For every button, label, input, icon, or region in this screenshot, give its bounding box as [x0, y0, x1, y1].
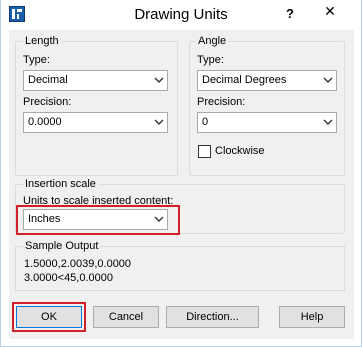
length-precision-label: Precision: [23, 96, 72, 108]
sample-output-line-1: 1.5000,2.0039,0.0000 [24, 258, 132, 270]
length-type-label: Type: [23, 54, 50, 66]
insertion-scale-label: Insertion scale [23, 178, 98, 190]
length-group-label: Length [23, 35, 61, 47]
close-icon[interactable]: ✕ [307, 0, 353, 22]
length-precision-value: 0.0000 [28, 116, 62, 128]
length-type-select[interactable]: Decimal [23, 70, 168, 91]
title-bar[interactable]: Drawing Units ? ✕ [1, 0, 361, 30]
angle-precision-select[interactable]: 0 [197, 112, 337, 133]
chevron-down-icon [323, 77, 333, 83]
angle-type-select[interactable]: Decimal Degrees [197, 70, 337, 91]
chevron-down-icon [154, 216, 164, 222]
clockwise-label[interactable]: Clockwise [215, 145, 265, 157]
chevron-down-icon [154, 119, 164, 125]
length-precision-select[interactable]: 0.0000 [23, 112, 168, 133]
chevron-down-icon [154, 77, 164, 83]
help-button[interactable]: Help [279, 306, 345, 328]
direction-button[interactable]: Direction... [166, 306, 259, 328]
insertion-units-select[interactable]: Inches [23, 209, 168, 230]
cancel-button[interactable]: Cancel [93, 306, 159, 328]
clockwise-checkbox[interactable] [198, 145, 211, 158]
angle-type-label: Type: [197, 54, 224, 66]
help-icon[interactable]: ? [279, 2, 301, 26]
sample-output-line-2: 3.0000<45,0.0000 [24, 272, 114, 284]
drawing-units-dialog: Drawing Units ? ✕ Length Type: Decimal P… [0, 0, 362, 347]
sample-output-label: Sample Output [23, 240, 101, 252]
angle-group-label: Angle [196, 35, 229, 47]
angle-type-value: Decimal Degrees [202, 74, 287, 86]
insertion-units-value: Inches [28, 213, 61, 225]
ok-button[interactable]: OK [16, 306, 82, 328]
length-type-value: Decimal [28, 74, 68, 86]
angle-precision-value: 0 [202, 116, 209, 128]
chevron-down-icon [323, 119, 333, 125]
angle-precision-label: Precision: [197, 96, 246, 108]
dialog-body: Length Type: Decimal Precision: 0.0000 A… [9, 30, 354, 339]
